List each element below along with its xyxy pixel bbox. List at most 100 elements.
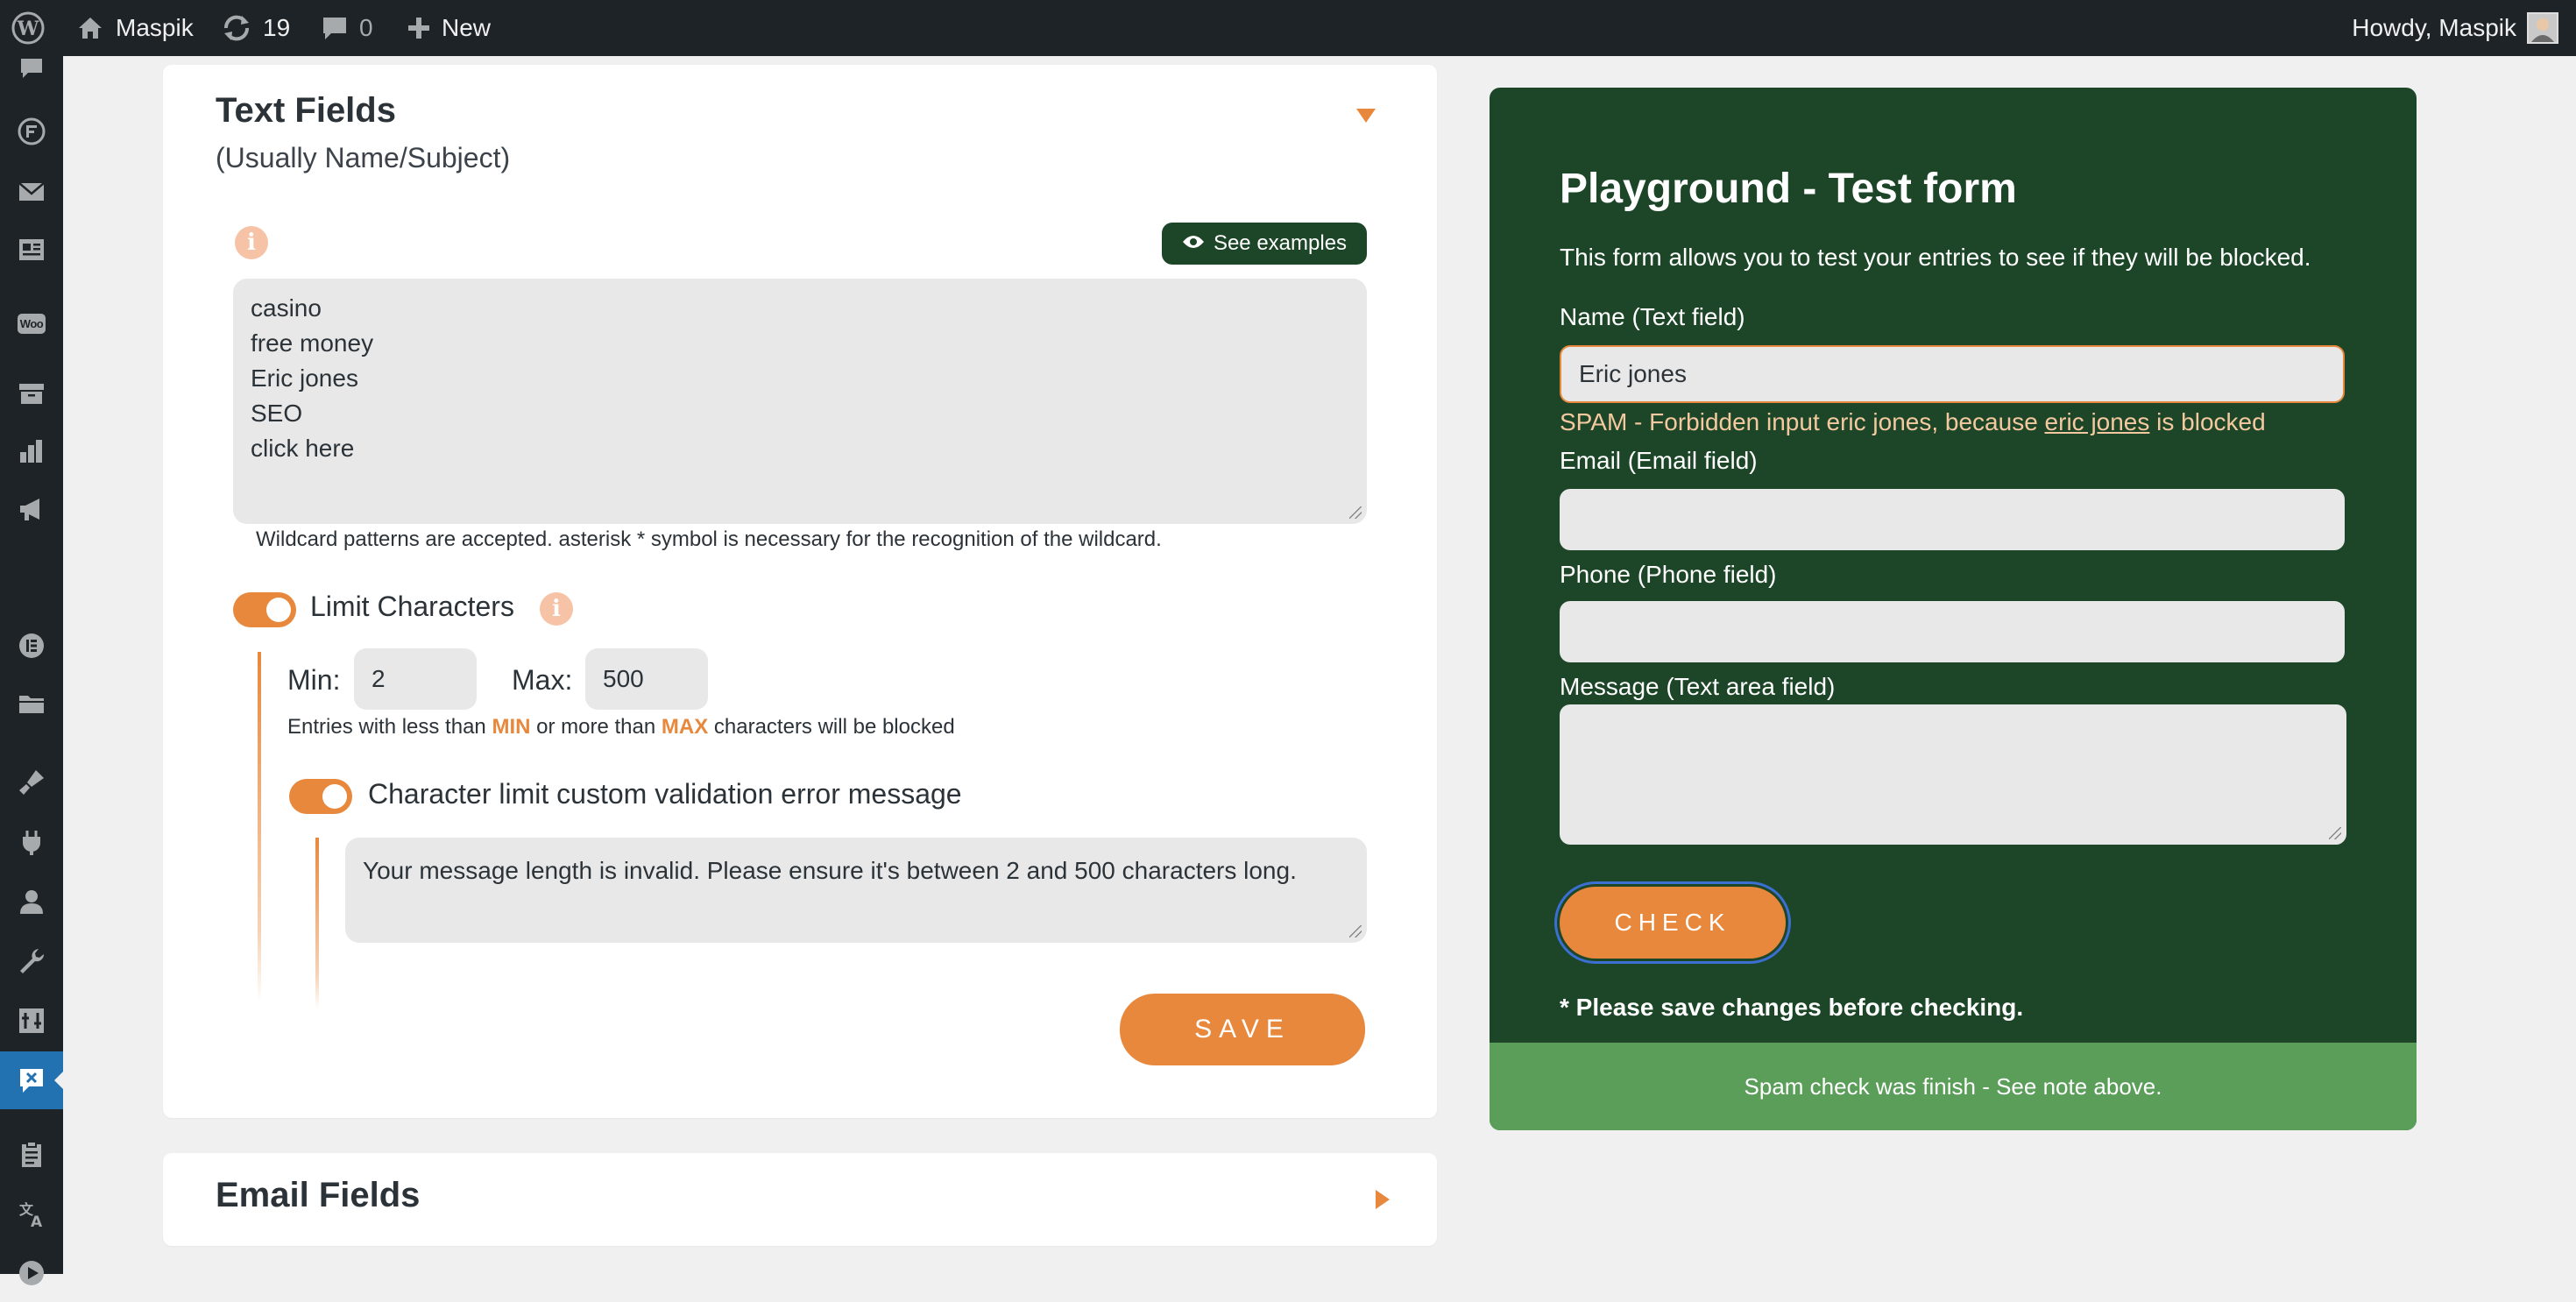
resize-handle-icon[interactable] [2329, 827, 2341, 839]
info-icon[interactable]: i [235, 226, 268, 259]
limit-characters-toggle[interactable] [233, 592, 296, 627]
playground-title: Playground - Test form [1560, 166, 2017, 212]
limit-section-bar [258, 652, 261, 1002]
limit-note-min: MIN [492, 715, 531, 739]
updates-icon [221, 12, 252, 44]
message-field-label: Message (Text area field) [1560, 673, 1836, 700]
min-value: 2 [372, 665, 386, 692]
resize-handle-icon[interactable] [1349, 506, 1362, 519]
site-name-link[interactable]: Maspik [75, 0, 194, 56]
admin-side-menu: Woo 文A [0, 53, 63, 1285]
panel-title: Email Fields [216, 1176, 421, 1214]
save-reminder: * Please save changes before checking. [1560, 994, 2024, 1021]
panel-title: Text Fields [216, 91, 396, 130]
new-content-link[interactable]: New [407, 0, 491, 56]
expand-toggle-icon[interactable] [1376, 1190, 1390, 1209]
min-label: Min: [287, 664, 341, 696]
max-label: Max: [512, 664, 573, 696]
avatar [2527, 12, 2558, 44]
email-fields-panel[interactable]: Email Fields [163, 1153, 1437, 1246]
custom-message-value: Your message length is invalid. Please e… [363, 857, 1297, 884]
settings-icon[interactable] [0, 992, 63, 1050]
plugins-icon[interactable] [0, 813, 63, 871]
plus-icon [407, 16, 431, 40]
pages-icon[interactable] [0, 221, 63, 279]
mail-icon[interactable] [0, 163, 63, 221]
toggle-knob [266, 598, 291, 622]
custom-message-textarea[interactable]: Your message length is invalid. Please e… [345, 838, 1367, 943]
woocommerce-icon[interactable]: Woo [0, 294, 63, 352]
min-input[interactable]: 2 [354, 648, 477, 710]
admin-bar: W Maspik 19 0 New Howdy, Maspik [0, 0, 2576, 56]
limit-note-text: characters will be blocked [713, 715, 955, 739]
play-icon[interactable] [0, 1244, 63, 1302]
toggle-knob [322, 784, 347, 809]
new-label: New [442, 14, 492, 41]
blocked-entry: free money [251, 329, 374, 357]
email-input[interactable] [1560, 489, 2345, 550]
users-icon[interactable] [0, 873, 63, 931]
analytics-icon[interactable] [0, 422, 63, 480]
info-icon[interactable]: i [540, 592, 573, 626]
spam-term: eric jones [2044, 408, 2150, 435]
folder-icon[interactable] [0, 675, 63, 732]
name-input-value: Eric jones [1579, 360, 1687, 387]
tools-icon[interactable] [0, 932, 63, 990]
blocked-entry: casino [251, 294, 322, 322]
svg-text:A: A [31, 1214, 43, 1228]
text-fields-panel: Text Fields (Usually Name/Subject) i See… [163, 65, 1437, 1118]
spam-check-result: Spam check was finish - See note above. [1490, 1043, 2417, 1130]
maspik-icon[interactable] [0, 1051, 63, 1109]
wildcard-note: Wildcard patterns are accepted. asterisk… [256, 527, 1162, 551]
custom-message-bar [315, 838, 319, 1009]
comments-icon[interactable] [0, 53, 63, 88]
howdy-text: Howdy, Maspik [2352, 14, 2516, 41]
account-menu[interactable]: Howdy, Maspik [2352, 0, 2558, 56]
blocked-entry: click here [251, 435, 355, 462]
phone-input[interactable] [1560, 601, 2345, 662]
name-field-label: Name (Text field) [1560, 303, 1745, 330]
limit-note-max: MAX [661, 715, 709, 739]
see-examples-label: See examples [1213, 231, 1348, 255]
translate-icon[interactable]: 文A [0, 1185, 63, 1242]
playground-description: This form allows you to test your entrie… [1560, 244, 2311, 271]
custom-message-label: Character limit custom validation error … [368, 778, 962, 810]
updates-link[interactable]: 19 [221, 0, 290, 56]
comments-count: 0 [359, 14, 373, 41]
eye-icon [1182, 231, 1205, 256]
limit-note: Entries with less than MIN or more than … [287, 715, 955, 739]
custom-message-toggle[interactable] [289, 779, 352, 814]
blocked-text-textarea[interactable]: casino free money Eric jones SEO click h… [233, 279, 1367, 524]
comments-link[interactable]: 0 [321, 0, 373, 56]
elementor-icon[interactable] [0, 617, 63, 675]
panel-subtitle: (Usually Name/Subject) [216, 142, 511, 173]
archive-icon[interactable] [0, 364, 63, 422]
check-button[interactable]: CHECK [1560, 887, 1786, 959]
see-examples-button[interactable]: See examples [1162, 223, 1367, 265]
spam-message: SPAM - Forbidden input eric jones, becau… [1560, 408, 2266, 436]
max-input[interactable]: 500 [585, 648, 708, 710]
site-name: Maspik [116, 14, 194, 41]
marketing-icon[interactable] [0, 480, 63, 538]
comment-icon [321, 14, 349, 42]
updates-count: 19 [263, 14, 291, 41]
forms-icon[interactable] [0, 103, 63, 160]
appearance-icon[interactable] [0, 754, 63, 811]
save-button[interactable]: SAVE [1120, 994, 1365, 1065]
wordpress-logo-icon[interactable]: W [11, 0, 46, 56]
limit-note-text: Entries with less than [287, 715, 486, 739]
limit-characters-label: Limit Characters [310, 591, 514, 622]
blocked-entry: Eric jones [251, 364, 358, 392]
svg-text:W: W [17, 18, 39, 40]
home-icon [75, 13, 105, 43]
playground-panel: Playground - Test form This form allows … [1490, 88, 2417, 1130]
message-textarea[interactable] [1560, 704, 2346, 845]
blocked-entry: SEO [251, 400, 303, 427]
collapse-toggle-icon[interactable] [1356, 109, 1376, 123]
spam-message-text: is blocked [2149, 408, 2266, 435]
clipboard-icon[interactable] [0, 1125, 63, 1183]
limit-note-text: or more than [536, 715, 656, 739]
email-field-label: Email (Email field) [1560, 447, 1758, 474]
name-input[interactable]: Eric jones [1560, 345, 2345, 403]
resize-handle-icon[interactable] [1349, 925, 1362, 938]
